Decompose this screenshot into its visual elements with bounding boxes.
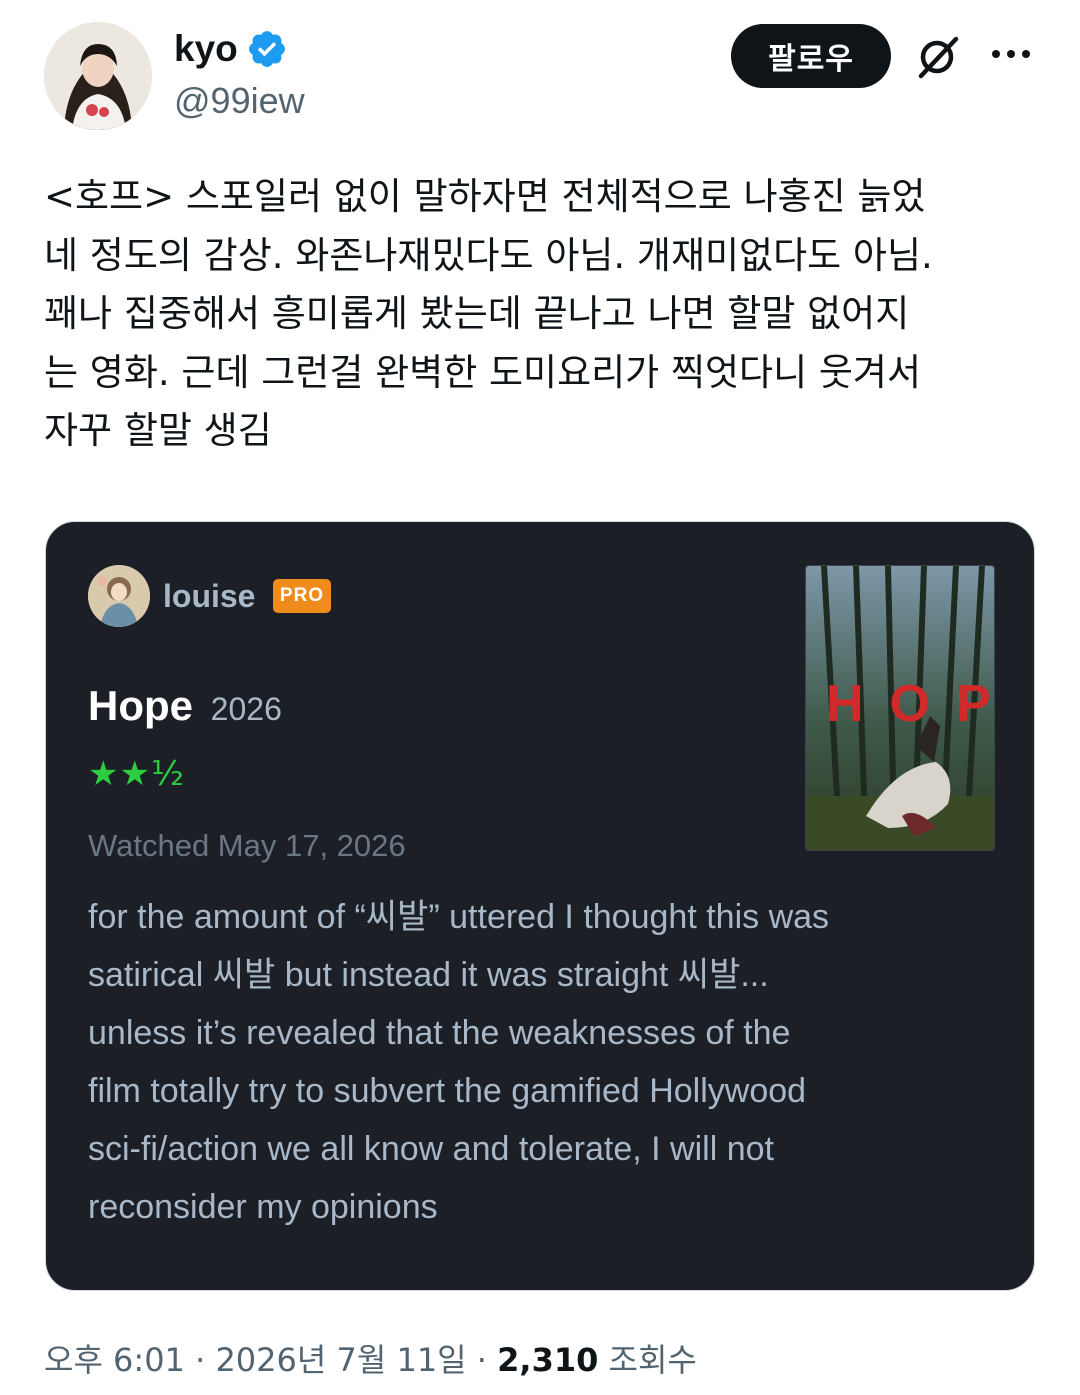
follow-button[interactable]: 팔로우: [731, 24, 891, 88]
review-text: for the amount of “씨발” uttered I thought…: [88, 898, 830, 1226]
verified-badge-icon: [246, 28, 288, 70]
tweet-meta: 오후 6:01 · 2026년 7월 11일 · 2,310 조회수: [44, 1335, 697, 1381]
film-title: Hope 2026: [88, 682, 282, 730]
author-name[interactable]: kyo: [174, 28, 288, 70]
meta-separator: ·: [184, 1341, 216, 1379]
film-title-text: Hope: [88, 682, 193, 729]
author-handle[interactable]: @99iew: [174, 80, 305, 122]
pro-badge: PRO: [273, 579, 331, 613]
tweet-date[interactable]: 2026년 7월 11일: [215, 1341, 466, 1379]
review-card-image[interactable]: louise PRO Hope 2026 ★★½ Watched May 17,…: [45, 521, 1035, 1291]
more-options-icon[interactable]: [990, 46, 1032, 62]
reviewer-name: louise: [163, 578, 256, 614]
author-avatar[interactable]: [44, 22, 152, 130]
tweet-time[interactable]: 오후 6:01: [44, 1341, 185, 1379]
meta-separator-2: ·: [466, 1341, 498, 1379]
author-name-text[interactable]: kyo: [174, 28, 238, 70]
poster-title: HOPE: [826, 675, 994, 733]
grok-icon[interactable]: [912, 32, 962, 82]
watched-date: Watched May 17, 2026: [88, 828, 406, 863]
views-count: 2,310: [497, 1341, 599, 1379]
tweet-text: <호프> 스포일러 없이 말하자면 전체적으로 나홍진 늙었 네 정도의 감상.…: [44, 175, 933, 452]
film-year: 2026: [210, 691, 282, 727]
reviewer-avatar: [88, 565, 150, 627]
views-label: 조회수: [608, 1341, 697, 1379]
film-poster: HOPE: [805, 565, 995, 851]
star-rating: ★★½: [88, 754, 185, 794]
